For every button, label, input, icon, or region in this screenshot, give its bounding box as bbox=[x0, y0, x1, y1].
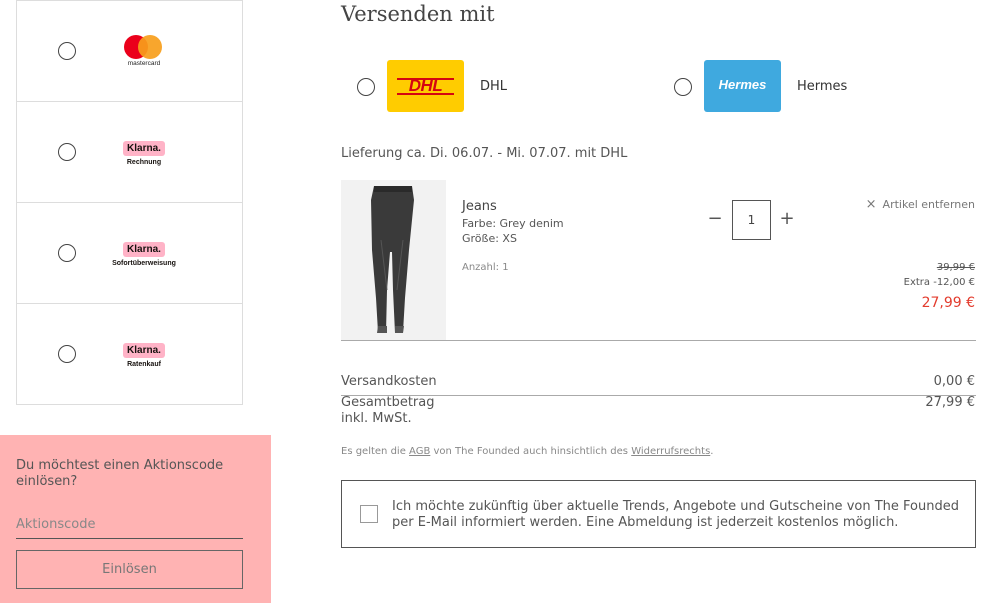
payment-radio-klarna-sofort[interactable] bbox=[58, 244, 76, 262]
payment-radio-klarna-rechnung[interactable] bbox=[58, 143, 76, 161]
payment-option-klarna-sofort[interactable]: Klarna. Sofortüberweisung bbox=[17, 202, 242, 303]
newsletter-optin[interactable]: Ich möchte zukünftig über aktuelle Trend… bbox=[341, 480, 976, 548]
close-icon: × bbox=[865, 197, 877, 212]
shipping-cost-label: Versandkosten bbox=[341, 374, 437, 389]
promo-code-input[interactable] bbox=[16, 511, 243, 539]
delivery-estimate: Lieferung ca. Di. 06.07. - Mi. 07.07. mi… bbox=[341, 146, 628, 161]
legal-notice: Es gelten die AGB von The Founded auch h… bbox=[341, 446, 713, 457]
klarna-sub-label: Sofortüberweisung bbox=[112, 260, 176, 267]
item-color: Farbe: Grey denim bbox=[462, 217, 564, 230]
price-original: 39,99 € bbox=[936, 262, 975, 273]
klarna-sub-label: Ratenkauf bbox=[127, 361, 161, 368]
klarna-badge: Klarna. bbox=[123, 242, 165, 257]
carrier-name-dhl: DHL bbox=[480, 79, 508, 94]
item-name: Jeans bbox=[462, 199, 497, 214]
carrier-name-hermes: Hermes bbox=[797, 79, 848, 94]
legal-prefix: Es gelten die bbox=[341, 446, 410, 457]
mastercard-logo-text: mastercard bbox=[127, 60, 161, 67]
total-value: 27,99 € bbox=[925, 395, 975, 410]
shipping-title: Versenden mit bbox=[341, 2, 495, 26]
shipping-cost-value: 0,00 € bbox=[933, 374, 975, 389]
klarna-sub-label: Rechnung bbox=[126, 159, 162, 166]
shipping-radio-hermes[interactable] bbox=[674, 78, 692, 96]
newsletter-checkbox[interactable] bbox=[360, 505, 378, 523]
total-tax-note: inkl. MwSt. bbox=[341, 411, 412, 426]
klarna-sofort-logo: Klarna. Sofortüberweisung bbox=[109, 237, 179, 271]
legal-suffix: . bbox=[710, 446, 714, 457]
agb-link[interactable]: AGB bbox=[409, 446, 430, 457]
remove-item-button[interactable]: × Artikel entfernen bbox=[866, 197, 975, 212]
product-image-jeans[interactable] bbox=[341, 180, 446, 340]
klarna-ratenkauf-logo: Klarna. Ratenkauf bbox=[109, 338, 179, 372]
mastercard-logo: mastercard bbox=[109, 35, 179, 69]
decrease-quantity-button[interactable]: − bbox=[706, 209, 724, 229]
item-size: Größe: XS bbox=[462, 232, 517, 245]
jeans-image bbox=[371, 186, 414, 333]
newsletter-text: Ich möchte zukünftig über aktuelle Trend… bbox=[392, 499, 959, 530]
payment-radio-mastercard[interactable] bbox=[58, 42, 76, 60]
klarna-rechnung-logo: Klarna. Rechnung bbox=[109, 136, 179, 170]
hermes-logo: Hermes bbox=[704, 60, 781, 112]
price-discount: Extra -12,00 € bbox=[903, 277, 975, 288]
payment-option-klarna-ratenkauf[interactable]: Klarna. Ratenkauf bbox=[17, 303, 242, 404]
dhl-logo: DHL bbox=[387, 60, 464, 112]
increase-quantity-button[interactable]: + bbox=[778, 209, 796, 229]
quantity-input[interactable] bbox=[732, 200, 771, 240]
redeem-button[interactable]: Einlösen bbox=[16, 550, 243, 589]
payment-option-mastercard[interactable]: mastercard bbox=[17, 0, 242, 101]
divider bbox=[341, 395, 976, 396]
payment-method-list: mastercard Klarna. Rechnung Klarna. Sofo… bbox=[16, 0, 243, 405]
shipping-radio-dhl[interactable] bbox=[357, 78, 375, 96]
total-label: Gesamtbetrag bbox=[341, 395, 435, 410]
divider bbox=[341, 340, 976, 341]
promo-code-panel: Du möchtest einen Aktionscode einlösen? … bbox=[0, 435, 271, 603]
payment-option-klarna-rechnung[interactable]: Klarna. Rechnung bbox=[17, 101, 242, 202]
item-quantity-label: Anzahl: 1 bbox=[462, 262, 509, 273]
remove-item-label: Artikel entfernen bbox=[882, 198, 975, 211]
legal-middle: von The Founded auch hinsichtlich des bbox=[430, 446, 632, 457]
klarna-badge: Klarna. bbox=[123, 141, 165, 156]
price-final: 27,99 € bbox=[921, 295, 975, 311]
payment-radio-klarna-ratenkauf[interactable] bbox=[58, 345, 76, 363]
promo-title: Du möchtest einen Aktionscode einlösen? bbox=[16, 458, 224, 489]
widerruf-link[interactable]: Widerrufsrechts bbox=[631, 446, 710, 457]
klarna-badge: Klarna. bbox=[123, 343, 165, 358]
hermes-logo-text: Hermes bbox=[718, 77, 767, 92]
